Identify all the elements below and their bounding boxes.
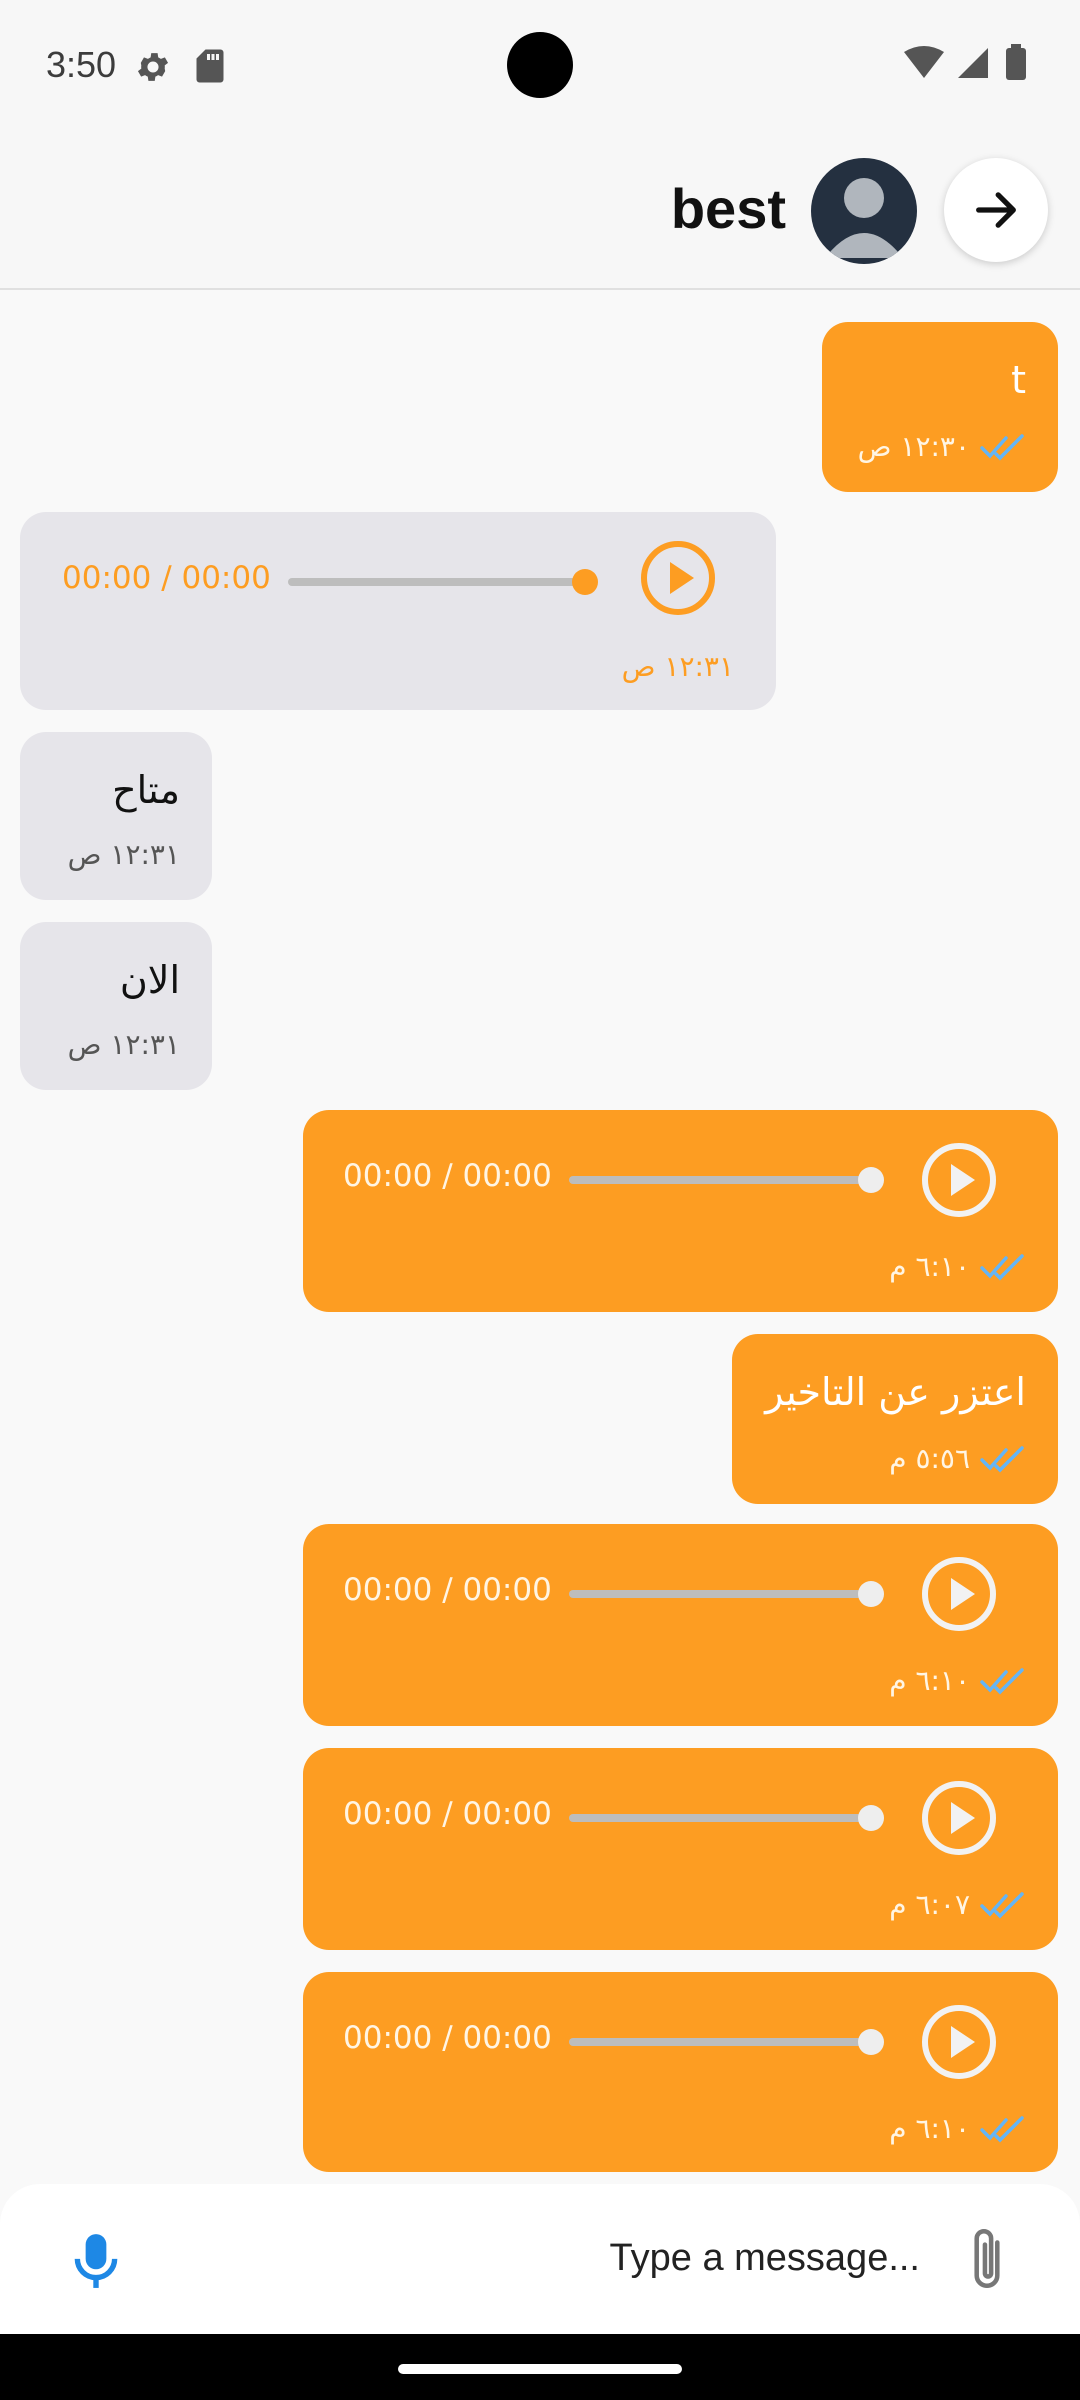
message-meta: ١٢:٣١ ص xyxy=(622,650,734,683)
navigation-bar xyxy=(0,2334,1080,2400)
audio-progress-track[interactable] xyxy=(569,1814,871,1822)
avatar[interactable] xyxy=(811,158,917,264)
message-list[interactable]: t ١٢:٣٠ ص 00:00 / 00:00 ١٢:٣١ ص متاح ١٢:… xyxy=(0,292,1080,2182)
message-text: اعتزر عن التاخير xyxy=(765,1370,1026,1414)
audio-duration: 00:00 / 00:00 xyxy=(343,1572,552,1608)
chat-header: best xyxy=(0,130,1080,290)
audio-seek-knob[interactable] xyxy=(858,1805,884,1831)
message-time: ١٢:٣٠ ص xyxy=(857,430,970,463)
double-check-icon xyxy=(980,1253,1024,1280)
status-bar: 3:50 xyxy=(0,0,1080,130)
message-time: ٦:١٠ م xyxy=(889,1250,970,1283)
double-check-icon xyxy=(980,1891,1024,1918)
message-meta: ٥:٥٦ م xyxy=(889,1442,1026,1475)
camera-cutout xyxy=(507,32,573,98)
message-meta: ١٢:٣١ ص xyxy=(68,1028,180,1061)
avatar-icon xyxy=(825,178,903,258)
message-time: ١٢:٣١ ص xyxy=(67,1028,180,1061)
audio-message[interactable]: 00:00 / 00:00 ٦:١٠ م xyxy=(303,1110,1058,1312)
audio-progress-track[interactable] xyxy=(569,2038,871,2046)
message-time: ٦:١٠ م xyxy=(889,1664,970,1697)
message-time: ١٢:٣١ ص xyxy=(67,838,180,871)
message-meta: ٦:١٠ م xyxy=(889,2112,1026,2145)
audio-message[interactable]: 00:00 / 00:00 ١٢:٣١ ص xyxy=(20,512,776,710)
audio-duration: 00:00 / 00:00 xyxy=(343,2020,552,2056)
battery-icon xyxy=(1006,48,1026,80)
home-gesture-pill[interactable] xyxy=(398,2364,682,2374)
audio-message[interactable]: 00:00 / 00:00 ٦:١٠ م xyxy=(303,1972,1058,2172)
double-check-icon xyxy=(980,433,1024,460)
audio-duration: 00:00 / 00:00 xyxy=(343,1158,552,1194)
audio-seek-knob[interactable] xyxy=(572,569,598,595)
message-input[interactable] xyxy=(320,2220,920,2296)
message-bubble[interactable]: الان ١٢:٣١ ص xyxy=(20,922,212,1090)
double-check-icon xyxy=(980,1445,1024,1472)
double-check-icon xyxy=(980,2115,1024,2142)
message-time: ١٢:٣١ ص xyxy=(621,650,734,683)
status-time: 3:50 xyxy=(46,44,117,85)
sd-card-icon xyxy=(196,49,224,83)
message-bubble[interactable]: اعتزر عن التاخير ٥:٥٦ م xyxy=(732,1334,1058,1504)
audio-duration: 00:00 / 00:00 xyxy=(62,560,271,596)
mic-icon[interactable] xyxy=(70,2232,122,2290)
audio-progress-track[interactable] xyxy=(288,578,584,586)
signal-icon xyxy=(958,48,988,78)
audio-seek-knob[interactable] xyxy=(858,2029,884,2055)
audio-seek-knob[interactable] xyxy=(858,1581,884,1607)
audio-progress-track[interactable] xyxy=(569,1590,871,1598)
status-icons xyxy=(904,44,1026,80)
message-bubble[interactable]: t ١٢:٣٠ ص xyxy=(822,322,1058,492)
arrow-right-icon xyxy=(976,192,1016,228)
double-check-icon xyxy=(980,1667,1024,1694)
play-icon[interactable] xyxy=(919,1778,999,1858)
message-meta: ٦:١٠ م xyxy=(889,1250,1026,1283)
message-time: ٦:١٠ م xyxy=(889,2112,970,2145)
settings-icon xyxy=(137,53,169,81)
message-time: ٥:٥٦ م xyxy=(889,1442,970,1475)
composer-bar xyxy=(0,2184,1080,2334)
audio-seek-knob[interactable] xyxy=(858,1167,884,1193)
play-icon[interactable] xyxy=(919,2002,999,2082)
attach-icon[interactable] xyxy=(962,2224,1012,2294)
audio-message[interactable]: 00:00 / 00:00 ٦:٠٧ م xyxy=(303,1748,1058,1950)
message-time: ٦:٠٧ م xyxy=(889,1888,970,1921)
message-meta: ٦:٠٧ م xyxy=(889,1888,1026,1921)
play-icon[interactable] xyxy=(638,538,718,618)
play-icon[interactable] xyxy=(919,1554,999,1634)
message-meta: ١٢:٣٠ ص xyxy=(858,430,1026,463)
play-icon[interactable] xyxy=(919,1140,999,1220)
audio-message[interactable]: 00:00 / 00:00 ٦:١٠ م xyxy=(303,1524,1058,1726)
message-meta: ١٢:٣١ ص xyxy=(68,838,180,871)
audio-progress-track[interactable] xyxy=(569,1176,871,1184)
message-bubble[interactable]: متاح ١٢:٣١ ص xyxy=(20,732,212,900)
message-text: الان xyxy=(119,958,180,1002)
back-button[interactable] xyxy=(944,158,1048,262)
message-text: متاح xyxy=(112,768,180,812)
wifi-icon xyxy=(904,46,944,78)
message-meta: ٦:١٠ م xyxy=(889,1664,1026,1697)
contact-name[interactable]: best xyxy=(671,176,786,241)
message-text: t xyxy=(1011,358,1026,402)
audio-duration: 00:00 / 00:00 xyxy=(343,1796,552,1832)
